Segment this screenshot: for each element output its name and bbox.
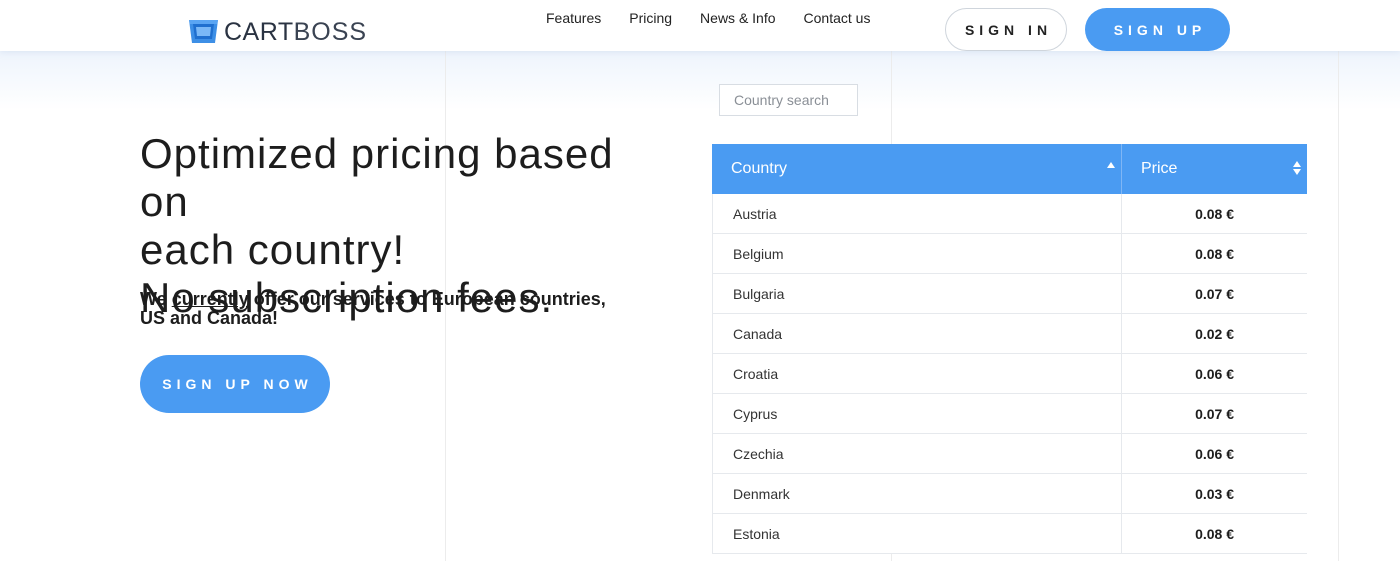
table-row: Estonia 0.08 € xyxy=(713,514,1307,554)
country-cell: Estonia xyxy=(713,514,1123,553)
price-cell: 0.07 € xyxy=(1195,405,1234,422)
logo-wordmark: CARTBOSS xyxy=(224,18,368,46)
country-cell: Cyprus xyxy=(713,394,1123,433)
price-cell: 0.08 € xyxy=(1195,205,1234,222)
sign-up-now-button[interactable]: SIGN UP NOW xyxy=(140,355,330,413)
currently-link[interactable]: currently xyxy=(172,289,249,309)
pricing-table: Country Price Austria 0.08 € Belgium 0.08 … xyxy=(712,144,1307,554)
country-column-header[interactable]: Country xyxy=(712,144,1122,194)
hero-subtitle: We currently offer our services to Europ… xyxy=(140,289,606,328)
grid-line xyxy=(1338,0,1339,561)
table-row: Denmark 0.03 € xyxy=(713,474,1307,514)
country-search-input[interactable] xyxy=(719,84,858,116)
nav-news-info[interactable]: News & Info xyxy=(700,10,775,26)
price-cell: 0.07 € xyxy=(1195,285,1234,302)
table-row: Croatia 0.06 € xyxy=(713,354,1307,394)
cartboss-logo[interactable]: CARTBOSS xyxy=(188,17,367,47)
price-cell: 0.03 € xyxy=(1195,485,1234,502)
price-cell: 0.06 € xyxy=(1195,365,1234,382)
country-cell: Denmark xyxy=(713,474,1123,513)
table-row: Cyprus 0.07 € xyxy=(713,394,1307,434)
price-cell: 0.08 € xyxy=(1195,245,1234,262)
title-line: Optimized pricing based on xyxy=(140,130,614,225)
price-cell: 0.02 € xyxy=(1195,325,1234,342)
table-header: Country Price xyxy=(712,144,1307,194)
sign-up-button[interactable]: SIGN UP xyxy=(1085,8,1230,51)
title-line: each country! xyxy=(140,226,406,273)
table-row: Canada 0.02 € xyxy=(713,314,1307,354)
nav-contact-us[interactable]: Contact us xyxy=(804,10,871,26)
table-row: Austria 0.08 € xyxy=(713,194,1307,234)
price-cell: 0.08 € xyxy=(1195,525,1234,542)
table-row: Czechia 0.06 € xyxy=(713,434,1307,474)
main-nav: Features Pricing News & Info Contact us xyxy=(546,10,898,26)
cart-logo-icon xyxy=(189,20,218,43)
site-header: CARTBOSS Features Pricing News & Info Co… xyxy=(0,0,1400,51)
sort-asc-icon xyxy=(1107,162,1115,168)
country-cell: Belgium xyxy=(713,234,1123,273)
nav-features[interactable]: Features xyxy=(546,10,601,26)
header-shadow-band xyxy=(0,50,1400,110)
table-row: Belgium 0.08 € xyxy=(713,234,1307,274)
sort-both-icon xyxy=(1293,161,1301,175)
country-cell: Canada xyxy=(713,314,1123,353)
table-body: Austria 0.08 € Belgium 0.08 € Bulgaria 0.07… xyxy=(712,194,1307,554)
country-cell: Austria xyxy=(713,194,1123,233)
country-cell: Czechia xyxy=(713,434,1123,473)
table-row: Bulgaria 0.07 € xyxy=(713,274,1307,314)
sign-in-button[interactable]: SIGN IN xyxy=(945,8,1067,51)
nav-pricing[interactable]: Pricing xyxy=(629,10,672,26)
country-cell: Bulgaria xyxy=(713,274,1123,313)
price-column-header[interactable]: Price xyxy=(1122,144,1307,194)
price-cell: 0.06 € xyxy=(1195,445,1234,462)
country-cell: Croatia xyxy=(713,354,1123,393)
